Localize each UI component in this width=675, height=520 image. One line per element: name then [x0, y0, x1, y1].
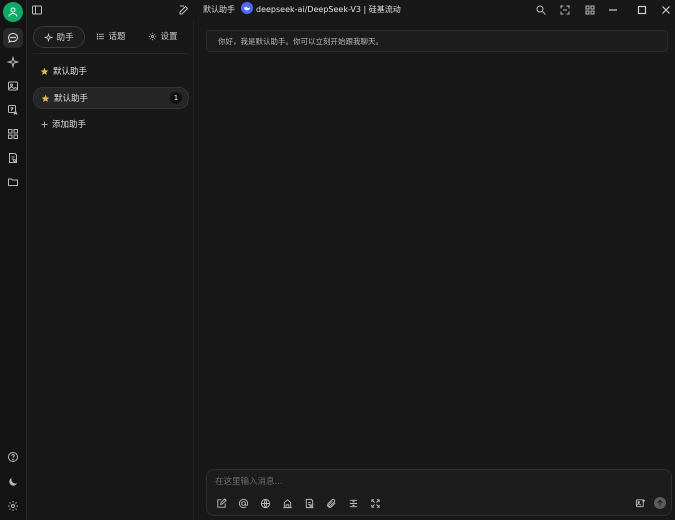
fullscreen-icon[interactable] — [559, 4, 571, 16]
attachment-icon[interactable] — [326, 498, 337, 509]
sidebar-toggle-icon[interactable] — [31, 4, 43, 16]
icon-rail — [0, 0, 27, 520]
close-window-icon[interactable] — [658, 2, 674, 18]
avatar[interactable] — [3, 2, 23, 22]
assistant-item-selected[interactable]: 默认助手 1 — [33, 87, 189, 109]
message-input[interactable] — [215, 475, 655, 489]
tab-label: 话题 — [108, 32, 126, 42]
user-icon — [7, 6, 19, 18]
mention-icon[interactable] — [238, 498, 249, 509]
rail-chat-button[interactable] — [3, 28, 23, 48]
assistant-name: 默认助手 — [53, 67, 88, 77]
tab-topics[interactable]: 话题 — [89, 26, 133, 46]
image-upload-icon[interactable] — [635, 498, 646, 509]
search-icon[interactable] — [535, 4, 547, 16]
arrow-up-icon — [656, 499, 664, 507]
add-assistant-label: 添加助手 — [52, 120, 87, 130]
current-assistant-name: 默认助手 — [203, 5, 235, 14]
model-selector[interactable]: deepseek-ai/DeepSeek-V3 | 硅基流动 — [256, 4, 401, 15]
divider — [33, 53, 187, 54]
sparkle-icon — [44, 32, 54, 42]
new-topic-icon[interactable] — [216, 498, 227, 509]
deepseek-logo-icon — [243, 4, 251, 12]
topic-count-badge: 1 — [170, 92, 182, 104]
help-icon — [7, 451, 19, 463]
tab-assistants[interactable]: 助手 — [33, 26, 85, 48]
image-icon — [7, 80, 19, 92]
clear-context-icon[interactable] — [348, 498, 359, 509]
rail-knowledge-button[interactable] — [3, 148, 23, 168]
list-icon — [96, 32, 105, 41]
rail-settings-button[interactable] — [3, 496, 23, 516]
greeting-message: 你好，我是默认助手。你可以立刻开始跟我聊天。 — [206, 30, 668, 52]
assistant-name: 默认助手 — [54, 94, 89, 104]
rail-paint-button[interactable] — [3, 76, 23, 96]
gear-icon — [148, 32, 157, 41]
moon-icon — [7, 476, 19, 488]
grid-icon[interactable] — [584, 4, 596, 16]
plus-icon — [40, 120, 49, 129]
sparkle-icon — [7, 56, 19, 68]
apps-icon — [7, 128, 19, 140]
rail-translate-button[interactable] — [3, 100, 23, 120]
minimize-window-icon[interactable] — [605, 2, 621, 18]
tab-label: 助手 — [56, 33, 74, 43]
rail-files-button[interactable] — [3, 172, 23, 192]
add-assistant-button[interactable]: 添加助手 — [33, 114, 187, 134]
rail-agents-button[interactable] — [3, 52, 23, 72]
assistant-panel: 助手 话题 设置 默认助手 默认助手 1 添加助手 — [27, 20, 194, 520]
star-icon — [41, 94, 50, 103]
knowledge-icon — [7, 152, 19, 164]
folder-icon — [7, 176, 19, 188]
knowledge-base-icon[interactable] — [282, 498, 293, 509]
top-bar: 默认助手 deepseek-ai/DeepSeek-V3 | 硅基流动 — [27, 0, 675, 20]
rail-apps-button[interactable] — [3, 124, 23, 144]
star-icon — [40, 67, 49, 76]
panel-tabs: 助手 话题 设置 — [33, 26, 187, 48]
quick-phrase-icon[interactable] — [304, 498, 315, 509]
send-button[interactable] — [654, 497, 666, 509]
expand-icon[interactable] — [370, 498, 381, 509]
translate-icon — [7, 104, 19, 116]
rail-theme-button[interactable] — [3, 472, 23, 492]
new-topic-icon[interactable] — [178, 4, 190, 16]
assistant-item[interactable]: 默认助手 — [33, 61, 187, 81]
tab-settings[interactable]: 设置 — [141, 26, 185, 46]
web-search-icon[interactable] — [260, 498, 271, 509]
chat-icon — [7, 32, 19, 44]
tab-label: 设置 — [160, 32, 178, 42]
maximize-window-icon[interactable] — [634, 2, 650, 18]
gear-icon — [7, 500, 19, 512]
rail-help-button[interactable] — [3, 447, 23, 467]
message-input-box — [206, 469, 672, 516]
model-logo — [241, 2, 253, 14]
